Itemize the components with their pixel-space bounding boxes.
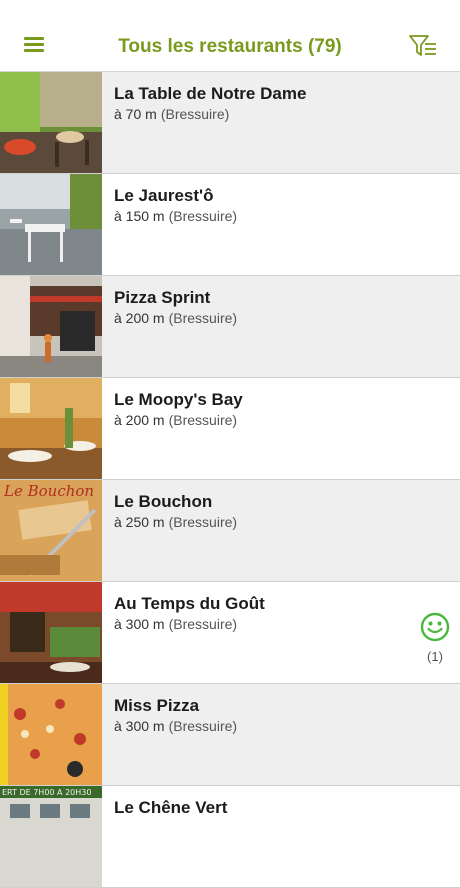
restaurant-photo — [0, 174, 102, 275]
restaurant-photo — [0, 378, 102, 479]
list-item[interactable]: Miss Pizza à 300 m (Bressuire) — [0, 684, 460, 786]
restaurant-list: La Table de Notre Dame à 70 m (Bressuire)… — [0, 72, 460, 888]
list-item[interactable]: Pizza Sprint à 200 m (Bressuire) — [0, 276, 460, 378]
restaurant-name: Le Jaurest'ô — [114, 186, 214, 205]
list-item[interactable]: Au Temps du Goût à 300 m (Bressuire) (1) — [0, 582, 460, 684]
list-item[interactable]: ERT DE 7H00 A 20H30 Le Chêne Vert — [0, 786, 460, 888]
rating-badge[interactable]: (1) — [420, 612, 450, 664]
restaurant-name: Le Bouchon — [114, 492, 213, 511]
list-item[interactable]: Le Bouchon Le Bouchon à 250 m (Bressuire) — [0, 480, 460, 582]
restaurant-name: Miss Pizza — [114, 696, 200, 715]
restaurant-distance: à 300 m (Bressuire) — [114, 718, 238, 734]
restaurant-distance: à 300 m (Bressuire) — [114, 616, 238, 632]
list-item[interactable]: La Table de Notre Dame à 70 m (Bressuire) — [0, 72, 460, 174]
page-title: Tous les restaurants (79) — [118, 36, 342, 57]
restaurant-distance — [114, 820, 118, 836]
restaurant-distance: à 70 m (Bressuire) — [114, 106, 230, 122]
restaurant-photo — [0, 684, 102, 785]
restaurant-distance: à 150 m (Bressuire) — [114, 208, 238, 224]
restaurant-name: Le Moopy's Bay — [114, 390, 243, 409]
thumb-banner-text: ERT DE 7H00 A 20H30 — [2, 788, 91, 797]
list-item[interactable]: Le Moopy's Bay à 200 m (Bressuire) — [0, 378, 460, 480]
restaurant-distance: à 200 m (Bressuire) — [114, 412, 238, 428]
smiley-icon — [420, 612, 450, 642]
restaurant-photo: ERT DE 7H00 A 20H30 — [0, 786, 102, 887]
filter-icon[interactable] — [408, 33, 438, 59]
restaurant-name: La Table de Notre Dame — [114, 84, 307, 103]
restaurant-distance: à 200 m (Bressuire) — [114, 310, 238, 326]
restaurant-name: Le Chêne Vert — [114, 798, 228, 817]
app-header: Tous les restaurants (79) — [0, 0, 460, 72]
thumb-logo-text: Le Bouchon — [3, 482, 94, 500]
restaurant-name: Au Temps du Goût — [114, 594, 265, 613]
restaurant-photo — [0, 276, 102, 377]
restaurant-distance: à 250 m (Bressuire) — [114, 514, 238, 530]
list-item[interactable]: Le Jaurest'ô à 150 m (Bressuire) — [0, 174, 460, 276]
restaurant-photo — [0, 72, 102, 173]
restaurant-name: Pizza Sprint — [114, 288, 211, 307]
rating-count: (1) — [427, 649, 443, 664]
restaurant-photo — [0, 582, 102, 683]
restaurant-photo: Le Bouchon — [0, 480, 102, 581]
